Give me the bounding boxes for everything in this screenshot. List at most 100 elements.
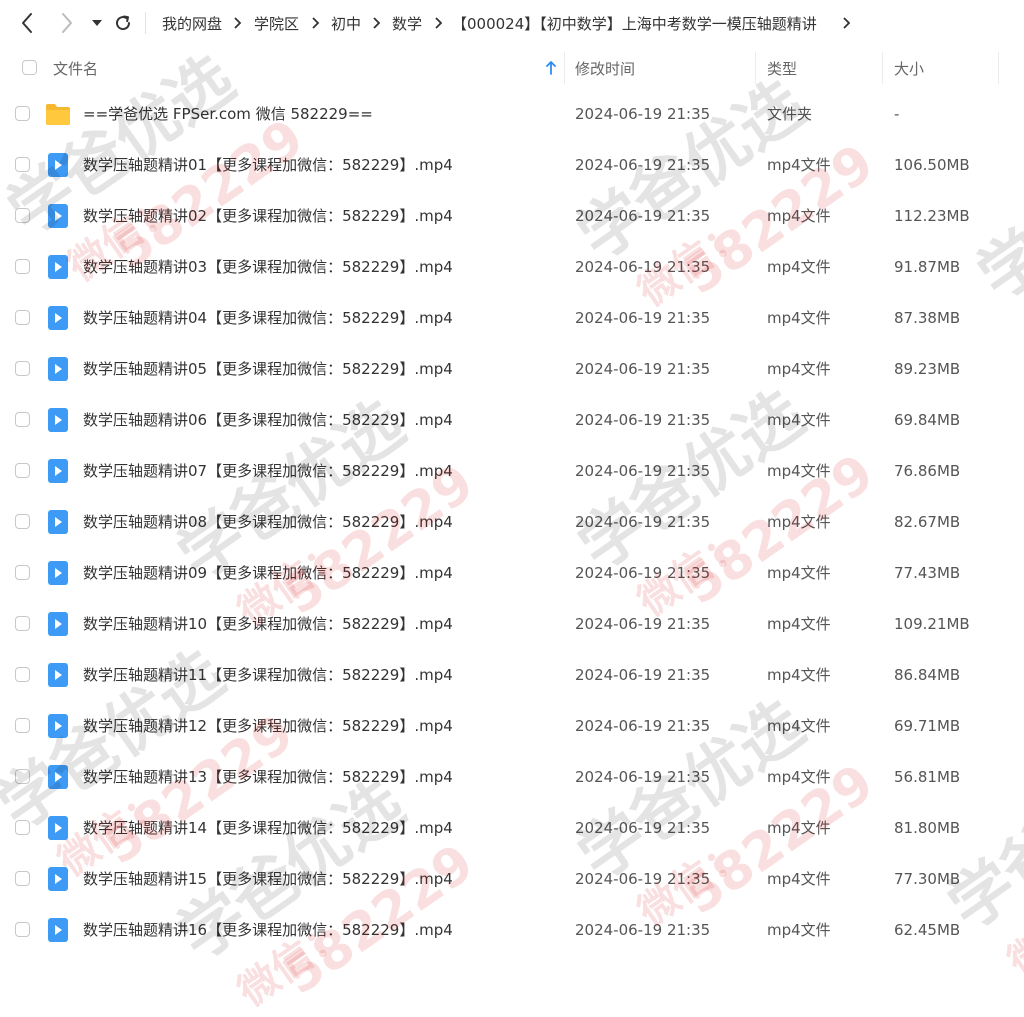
file-size: 112.23MB: [894, 206, 970, 225]
file-row[interactable]: 数学压轴题精讲12【更多课程加微信：582229】.mp4 2024-06-19 …: [0, 700, 1024, 751]
video-file-icon: [45, 509, 71, 535]
file-name[interactable]: 数学压轴题精讲07【更多课程加微信：582229】.mp4: [83, 445, 453, 496]
file-row[interactable]: 数学压轴题精讲09【更多课程加微信：582229】.mp4 2024-06-19 …: [0, 547, 1024, 598]
file-type: mp4文件: [767, 309, 831, 327]
breadcrumb-item-math[interactable]: 数学: [392, 13, 422, 34]
row-checkbox[interactable]: [15, 463, 30, 478]
row-checkbox[interactable]: [15, 922, 30, 937]
chevron-right-icon: [435, 17, 443, 29]
file-type: 文件夹: [767, 105, 813, 123]
history-dropdown-button[interactable]: [86, 11, 108, 35]
file-row[interactable]: 数学压轴题精讲13【更多课程加微信：582229】.mp4 2024-06-19 …: [0, 751, 1024, 802]
forward-button[interactable]: [56, 11, 78, 35]
file-row[interactable]: 数学压轴题精讲06【更多课程加微信：582229】.mp4 2024-06-19 …: [0, 394, 1024, 445]
file-modified-time: 2024-06-19 21:35: [575, 665, 711, 684]
row-checkbox[interactable]: [15, 769, 30, 784]
file-row[interactable]: 数学压轴题精讲04【更多课程加微信：582229】.mp4 2024-06-19 …: [0, 292, 1024, 343]
file-row[interactable]: 数学压轴题精讲10【更多课程加微信：582229】.mp4 2024-06-19 …: [0, 598, 1024, 649]
row-checkbox[interactable]: [15, 871, 30, 886]
file-name[interactable]: 数学压轴题精讲05【更多课程加微信：582229】.mp4: [83, 343, 453, 394]
file-row[interactable]: 数学压轴题精讲14【更多课程加微信：582229】.mp4 2024-06-19 …: [0, 802, 1024, 853]
toolbar-divider: [145, 12, 146, 34]
row-checkbox[interactable]: [15, 718, 30, 733]
file-name[interactable]: 数学压轴题精讲06【更多课程加微信：582229】.mp4: [83, 394, 453, 445]
row-checkbox[interactable]: [15, 361, 30, 376]
file-type: mp4文件: [767, 768, 831, 786]
file-modified-time: 2024-06-19 21:35: [575, 767, 711, 786]
row-checkbox[interactable]: [15, 412, 30, 427]
file-row[interactable]: 数学压轴题精讲02【更多课程加微信：582229】.mp4 2024-06-19 …: [0, 190, 1024, 241]
column-header-modified[interactable]: 修改时间: [575, 48, 635, 88]
select-all-checkbox[interactable]: [22, 60, 37, 75]
file-type: mp4文件: [767, 207, 831, 225]
file-row[interactable]: 数学压轴题精讲16【更多课程加微信：582229】.mp4 2024-06-19 …: [0, 904, 1024, 955]
folder-row[interactable]: ==学爸优选 FPSer.com 微信 582229== 2024-06-19 2…: [0, 88, 1024, 139]
file-type: mp4文件: [767, 717, 831, 735]
file-size: 56.81MB: [894, 767, 961, 786]
breadcrumb-item-current-folder[interactable]: 【000024】【初中数学】上海中考数学一模压轴题精讲: [452, 13, 817, 34]
file-name[interactable]: 数学压轴题精讲09【更多课程加微信：582229】.mp4: [83, 547, 453, 598]
file-name[interactable]: 数学压轴题精讲02【更多课程加微信：582229】.mp4: [83, 190, 453, 241]
file-name[interactable]: 数学压轴题精讲10【更多课程加微信：582229】.mp4: [83, 598, 453, 649]
breadcrumb-item-junior-high[interactable]: 初中: [331, 13, 361, 34]
file-size: 77.30MB: [894, 869, 961, 888]
file-name[interactable]: 数学压轴题精讲04【更多课程加微信：582229】.mp4: [83, 292, 453, 343]
chevron-right-icon: [234, 17, 242, 29]
chevron-right-icon: [373, 17, 381, 29]
row-checkbox[interactable]: [15, 565, 30, 580]
file-type: mp4文件: [767, 615, 831, 633]
file-modified-time: 2024-06-19 21:35: [575, 920, 711, 939]
row-checkbox[interactable]: [15, 514, 30, 529]
video-file-icon: [45, 305, 71, 331]
chevron-right-icon: [312, 17, 320, 29]
row-checkbox[interactable]: [15, 667, 30, 682]
file-row[interactable]: 数学压轴题精讲07【更多课程加微信：582229】.mp4 2024-06-19 …: [0, 445, 1024, 496]
file-name[interactable]: 数学压轴题精讲13【更多课程加微信：582229】.mp4: [83, 751, 453, 802]
row-checkbox[interactable]: [15, 106, 30, 121]
file-name[interactable]: 数学压轴题精讲03【更多课程加微信：582229】.mp4: [83, 241, 453, 292]
file-row[interactable]: 数学压轴题精讲15【更多课程加微信：582229】.mp4 2024-06-19 …: [0, 853, 1024, 904]
column-divider[interactable]: [998, 52, 999, 84]
row-checkbox[interactable]: [15, 157, 30, 172]
file-name[interactable]: 数学压轴题精讲14【更多课程加微信：582229】.mp4: [83, 802, 453, 853]
column-divider[interactable]: [755, 52, 756, 84]
file-row[interactable]: 数学压轴题精讲01【更多课程加微信：582229】.mp4 2024-06-19 …: [0, 139, 1024, 190]
column-header-size[interactable]: 大小: [894, 48, 924, 88]
sort-up-arrow-icon[interactable]: [545, 61, 557, 75]
column-divider[interactable]: [564, 52, 565, 84]
file-row[interactable]: 数学压轴题精讲05【更多课程加微信：582229】.mp4 2024-06-19 …: [0, 343, 1024, 394]
video-file-icon: [45, 407, 71, 433]
file-row[interactable]: 数学压轴题精讲11【更多课程加微信：582229】.mp4 2024-06-19 …: [0, 649, 1024, 700]
file-row[interactable]: 数学压轴题精讲03【更多课程加微信：582229】.mp4 2024-06-19 …: [0, 241, 1024, 292]
breadcrumb-item-my-drive[interactable]: 我的网盘: [162, 13, 222, 34]
file-name[interactable]: 数学压轴题精讲16【更多课程加微信：582229】.mp4: [83, 904, 453, 955]
file-type: mp4文件: [767, 513, 831, 531]
breadcrumb-item-academy[interactable]: 学院区: [254, 13, 299, 34]
file-size: 69.84MB: [894, 410, 961, 429]
file-name[interactable]: 数学压轴题精讲12【更多课程加微信：582229】.mp4: [83, 700, 453, 751]
caret-down-icon: [92, 20, 102, 26]
file-name[interactable]: ==学爸优选 FPSer.com 微信 582229==: [83, 88, 373, 139]
row-checkbox[interactable]: [15, 616, 30, 631]
column-header-type[interactable]: 类型: [767, 48, 797, 88]
row-checkbox[interactable]: [15, 310, 30, 325]
column-header-name[interactable]: 文件名: [53, 48, 98, 88]
file-size: 62.45MB: [894, 920, 961, 939]
row-checkbox[interactable]: [15, 259, 30, 274]
video-file-icon: [45, 254, 71, 280]
row-checkbox[interactable]: [15, 208, 30, 223]
back-button[interactable]: [16, 11, 38, 35]
refresh-button[interactable]: [112, 11, 134, 35]
column-divider[interactable]: [882, 52, 883, 84]
row-checkbox[interactable]: [15, 820, 30, 835]
file-row[interactable]: 数学压轴题精讲08【更多课程加微信：582229】.mp4 2024-06-19 …: [0, 496, 1024, 547]
file-name[interactable]: 数学压轴题精讲08【更多课程加微信：582229】.mp4: [83, 496, 453, 547]
file-name[interactable]: 数学压轴题精讲01【更多课程加微信：582229】.mp4: [83, 139, 453, 190]
file-name[interactable]: 数学压轴题精讲15【更多课程加微信：582229】.mp4: [83, 853, 453, 904]
file-size: 76.86MB: [894, 461, 961, 480]
file-size: 87.38MB: [894, 308, 961, 327]
video-file-icon: [45, 458, 71, 484]
file-modified-time: 2024-06-19 21:35: [575, 512, 711, 531]
file-name[interactable]: 数学压轴题精讲11【更多课程加微信：582229】.mp4: [83, 649, 453, 700]
file-modified-time: 2024-06-19 21:35: [575, 869, 711, 888]
